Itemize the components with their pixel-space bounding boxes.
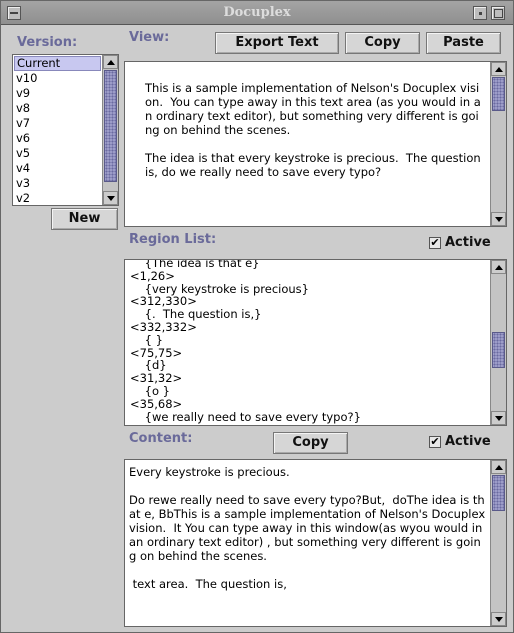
content-active-checkbox[interactable]: ✔ Active [429, 434, 509, 451]
region-list-item[interactable]: <35,68> [130, 397, 480, 411]
scroll-down-icon[interactable] [103, 191, 118, 205]
version-item[interactable]: v2 [14, 191, 101, 205]
region-list-items: {The idea is that e} <1,26> {very keystro… [130, 260, 480, 424]
region-list[interactable]: {The idea is that e} <1,26> {very keystro… [124, 259, 507, 426]
copy-content-button[interactable]: Copy [273, 432, 348, 454]
version-item[interactable]: v9 [14, 86, 101, 101]
version-item[interactable]: v8 [14, 101, 101, 116]
region-list-item[interactable]: <75,75> [130, 346, 480, 360]
maximize-icon[interactable] [491, 6, 505, 20]
scroll-up-icon[interactable] [103, 55, 118, 69]
version-item[interactable]: v6 [14, 131, 101, 146]
title-bar[interactable]: Docuplex [1, 1, 513, 25]
content-text-area[interactable]: Every keystroke is precious. Do rewe rea… [124, 459, 507, 627]
content-label: Content: [129, 431, 193, 446]
content-scrollbar[interactable] [490, 460, 506, 626]
version-item[interactable]: v10 [14, 71, 101, 86]
region-list-item[interactable]: <332,332> [130, 321, 480, 334]
scroll-thumb[interactable] [492, 77, 505, 111]
export-text-button[interactable]: Export Text [215, 32, 339, 54]
version-item[interactable]: v7 [14, 116, 101, 131]
scroll-thumb[interactable] [492, 475, 505, 511]
region-active-check-icon[interactable]: ✔ [429, 237, 441, 249]
region-list-label: Region List: [129, 232, 217, 247]
view-scrollbar[interactable] [490, 62, 506, 226]
region-list-item[interactable]: {we really need to save every typo?} [130, 410, 480, 424]
scroll-down-icon[interactable] [491, 411, 506, 425]
version-scrollbar[interactable] [102, 55, 118, 205]
region-list-item[interactable]: <31,32> [130, 372, 480, 385]
view-label: View: [129, 30, 170, 45]
version-item[interactable]: Current [14, 56, 101, 71]
region-scrollbar[interactable] [490, 260, 506, 425]
scroll-thumb[interactable] [492, 332, 505, 368]
scroll-thumb[interactable] [104, 70, 117, 182]
region-list-item[interactable]: {d} [130, 359, 480, 372]
docuplex-window: Docuplex Version: Current v10 v9 v8 v7 v6 v5 v4… [0, 0, 514, 633]
scroll-down-icon[interactable] [491, 212, 506, 226]
region-list-item[interactable]: {The idea is that e} [130, 260, 480, 270]
minimize-icon[interactable] [473, 6, 487, 20]
new-version-button[interactable]: New [51, 208, 118, 230]
scroll-up-icon[interactable] [491, 62, 506, 76]
region-list-item[interactable]: <1,26> [130, 269, 480, 283]
paste-button[interactable]: Paste [426, 32, 501, 54]
version-item[interactable]: v3 [14, 176, 101, 191]
view-text[interactable]: This is a sample implementation of Nelso… [145, 81, 485, 179]
scroll-up-icon[interactable] [491, 460, 506, 474]
content-active-label: Active [445, 434, 491, 449]
copy-view-button[interactable]: Copy [345, 32, 420, 54]
window-title: Docuplex [223, 5, 291, 20]
content-text[interactable]: Every keystroke is precious. Do rewe rea… [129, 465, 487, 591]
view-text-area[interactable]: This is a sample implementation of Nelso… [124, 61, 507, 227]
version-item[interactable]: v4 [14, 161, 101, 176]
region-active-checkbox[interactable]: ✔ Active [429, 235, 509, 252]
version-list[interactable]: Current v10 v9 v8 v7 v6 v5 v4 v3 v2 [12, 54, 119, 206]
scroll-up-icon[interactable] [491, 260, 506, 274]
content-active-check-icon[interactable]: ✔ [429, 436, 441, 448]
version-item[interactable]: v5 [14, 146, 101, 161]
region-list-item[interactable]: { } [130, 333, 480, 347]
region-active-label: Active [445, 235, 491, 250]
region-list-item[interactable]: {o } [130, 385, 480, 398]
version-label: Version: [17, 35, 78, 50]
scroll-down-icon[interactable] [491, 612, 506, 626]
